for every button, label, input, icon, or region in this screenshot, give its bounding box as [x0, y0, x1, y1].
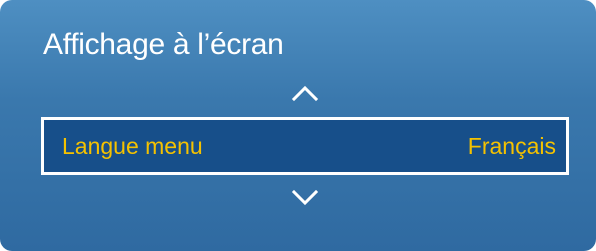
osd-menu-panel: Affichage à l’écran Langue menu Français [0, 0, 596, 251]
menu-item-langue-menu[interactable]: Langue menu Français [41, 117, 569, 175]
menu-title: Affichage à l’écran [43, 28, 284, 61]
menu-item-label: Langue menu [62, 133, 203, 159]
chevron-down-icon[interactable] [290, 188, 320, 208]
menu-item-value: Français [467, 133, 556, 159]
chevron-up-icon[interactable] [290, 83, 320, 103]
